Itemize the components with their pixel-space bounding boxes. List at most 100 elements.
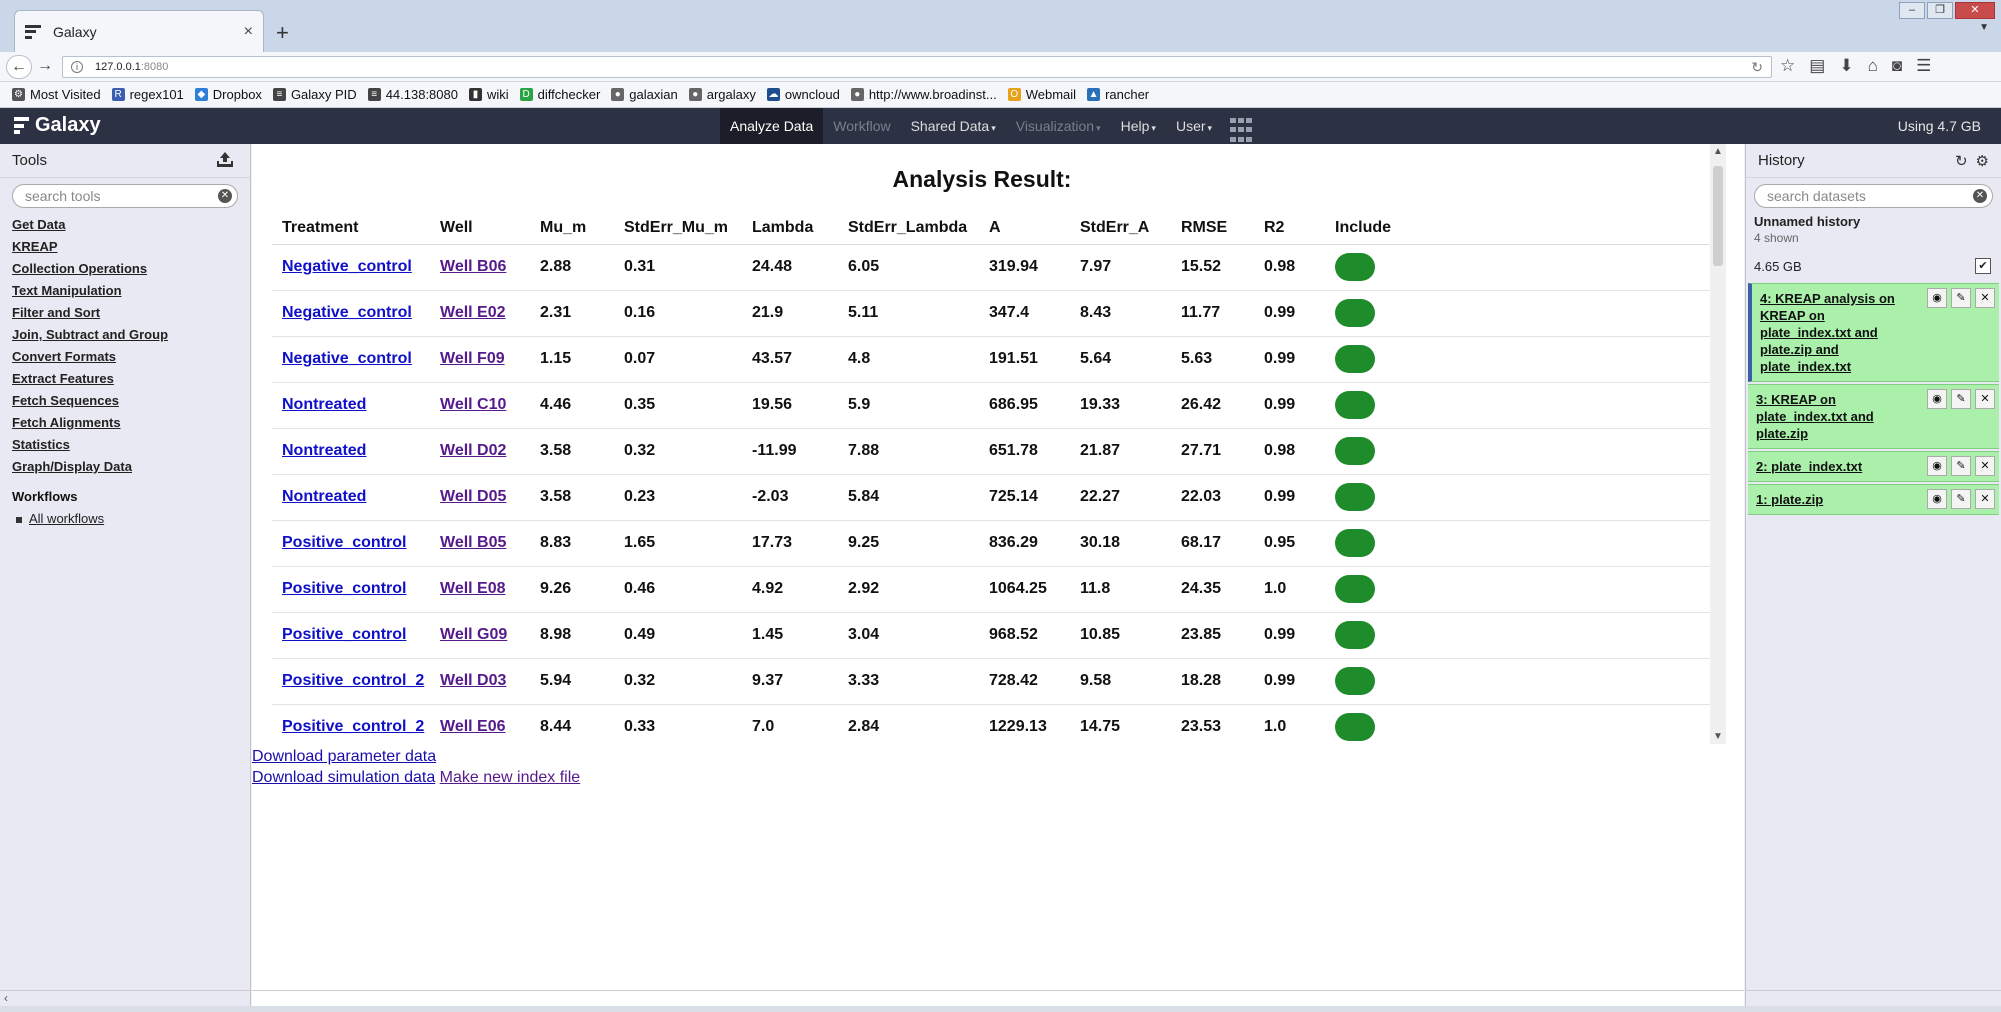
dataset-search-input[interactable]: search datasets ✕ [1754,184,1993,208]
make-index-file-link[interactable]: Make new index file [440,769,581,786]
include-toggle[interactable] [1335,391,1375,419]
back-button[interactable]: ← [6,55,32,79]
well-link[interactable]: Well B05 [440,534,506,551]
galaxy-brand[interactable]: Galaxy [14,114,101,137]
select-datasets-icon[interactable]: ✔ [1975,258,1991,274]
bookmark-item[interactable]: ⚙ Most Visited [12,87,101,102]
history-scrollbar[interactable] [1746,990,2001,1006]
dataset-item[interactable]: 4: KREAP analysis on KREAP on plate_inde… [1748,283,1999,382]
tool-section-fetch-sequences[interactable]: Fetch Sequences [0,390,250,412]
treatment-link[interactable]: Positive_control [282,534,406,551]
eye-icon[interactable]: ◉ [1927,456,1947,476]
browser-tab[interactable]: Galaxy × [14,10,264,52]
bookmark-item[interactable]: ☁ owncloud [766,87,840,102]
history-shown-count[interactable]: 4 shown [1746,231,2001,245]
well-link[interactable]: Well D05 [440,488,506,505]
maximize-button[interactable]: ❐ [1927,2,1953,19]
well-link[interactable]: Well B06 [440,258,506,275]
bookmark-item[interactable]: ≡ 44.138:8080 [367,87,458,102]
pencil-icon[interactable]: ✎ [1951,489,1971,509]
tool-section-text-manipulation[interactable]: Text Manipulation [0,280,250,302]
history-name[interactable]: Unnamed history [1746,214,2001,229]
all-workflows-link[interactable]: All workflows [29,511,104,526]
delete-icon[interactable]: ✕ [1975,456,1995,476]
well-link[interactable]: Well D03 [440,672,506,689]
close-window-button[interactable]: ✕ [1955,2,1995,19]
nav-shared-data[interactable]: Shared Data ▾ [901,108,1006,144]
tool-section-kreap[interactable]: KREAP [0,236,250,258]
reading-list-icon[interactable]: ▤ [1809,56,1825,76]
tool-section-fetch-alignments[interactable]: Fetch Alignments [0,412,250,434]
all-workflows-item[interactable]: All workflows [0,508,250,530]
well-link[interactable]: Well E08 [440,580,506,597]
refresh-icon[interactable]: ↻ [1955,152,1968,170]
dataset-title[interactable]: 2: plate_index.txt [1756,459,1862,474]
delete-icon[interactable]: ✕ [1975,489,1995,509]
tool-section-statistics[interactable]: Statistics [0,434,250,456]
nav-analyze-data[interactable]: Analyze Data [720,108,824,144]
tool-search-input[interactable]: search tools ✕ [12,184,238,208]
eye-icon[interactable]: ◉ [1927,288,1947,308]
url-bar[interactable]: i 127.0.0.1:8080 ↻ [62,56,1772,78]
include-toggle[interactable] [1335,529,1375,557]
dataset-title[interactable]: 3: KREAP on plate_index.txt and plate.zi… [1756,392,1874,441]
delete-icon[interactable]: ✕ [1975,288,1995,308]
reload-icon[interactable]: ↻ [1751,57,1763,77]
tool-section-filter-and-sort[interactable]: Filter and Sort [0,302,250,324]
download-simulation-link[interactable]: Download simulation data [252,769,435,786]
treatment-link[interactable]: Positive_control [282,580,406,597]
clear-search-icon[interactable]: ✕ [1973,189,1987,203]
bookmark-item[interactable]: ≡ Galaxy PID [272,87,357,102]
bookmark-item[interactable]: ▮ wiki [468,87,509,102]
tool-section-extract-features[interactable]: Extract Features [0,368,250,390]
dataset-item[interactable]: 3: KREAP on plate_index.txt and plate.zi… [1748,384,1999,449]
include-toggle[interactable] [1335,483,1375,511]
treatment-link[interactable]: Positive_control [282,626,406,643]
dataset-title[interactable]: 4: KREAP analysis on KREAP on plate_inde… [1760,291,1895,374]
tool-section-get-data[interactable]: Get Data [0,214,250,236]
tool-section-join-subtract-and-group[interactable]: Join, Subtract and Group [0,324,250,346]
gear-icon[interactable]: ⚙ [1976,152,1989,170]
well-link[interactable]: Well E02 [440,304,506,321]
nav-visualization[interactable]: Visualization ▾ [1006,108,1111,144]
well-link[interactable]: Well F09 [440,350,505,367]
treatment-link[interactable]: Positive_control_2 [282,672,424,689]
dataset-item[interactable]: 2: plate_index.txt ◉ ✎ ✕ [1748,451,1999,482]
forward-button[interactable]: → [32,55,58,79]
bookmark-item[interactable]: ● galaxian [611,87,678,102]
upload-icon[interactable] [216,150,234,168]
tab-list-chevron-icon[interactable]: ▼ [1979,22,1989,33]
bookmark-item[interactable]: O Webmail [1007,87,1076,102]
include-toggle[interactable] [1335,299,1375,327]
bookmark-item[interactable]: Ddiffchecker [519,87,600,102]
dataset-title[interactable]: 1: plate.zip [1756,492,1823,507]
treatment-link[interactable]: Nontreated [282,442,366,459]
include-toggle[interactable] [1335,575,1375,603]
scroll-up-icon[interactable]: ▲ [1713,146,1723,157]
treatment-link[interactable]: Negative_control [282,350,412,367]
delete-icon[interactable]: ✕ [1975,389,1995,409]
bookmark-item[interactable]: Rregex101 [111,87,184,102]
bookmark-item[interactable]: ◆ Dropbox [194,87,262,102]
eye-icon[interactable]: ◉ [1927,489,1947,509]
download-icon[interactable]: ⬇ [1839,56,1853,76]
info-icon[interactable]: i [71,61,83,73]
bookmark-item[interactable]: ● http://www.broadinst... [850,87,997,102]
treatment-link[interactable]: Negative_control [282,304,412,321]
apps-grid-icon[interactable] [1230,118,1253,144]
include-toggle[interactable] [1335,667,1375,695]
pocket-icon[interactable]: ◙ [1892,56,1902,76]
pencil-icon[interactable]: ✎ [1951,288,1971,308]
pencil-icon[interactable]: ✎ [1951,389,1971,409]
nav-help[interactable]: Help ▾ [1111,108,1166,144]
well-link[interactable]: Well E06 [440,718,506,735]
result-scrollbar[interactable]: ▲ ▼ [1710,144,1726,744]
include-toggle[interactable] [1335,621,1375,649]
nav-user[interactable]: User ▾ [1166,108,1222,144]
treatment-link[interactable]: Nontreated [282,396,366,413]
tool-section-collection-operations[interactable]: Collection Operations [0,258,250,280]
scroll-down-icon[interactable]: ▼ [1713,731,1723,742]
menu-icon[interactable]: ☰ [1916,56,1931,76]
well-link[interactable]: Well G09 [440,626,507,643]
download-parameter-link[interactable]: Download parameter data [252,748,436,765]
